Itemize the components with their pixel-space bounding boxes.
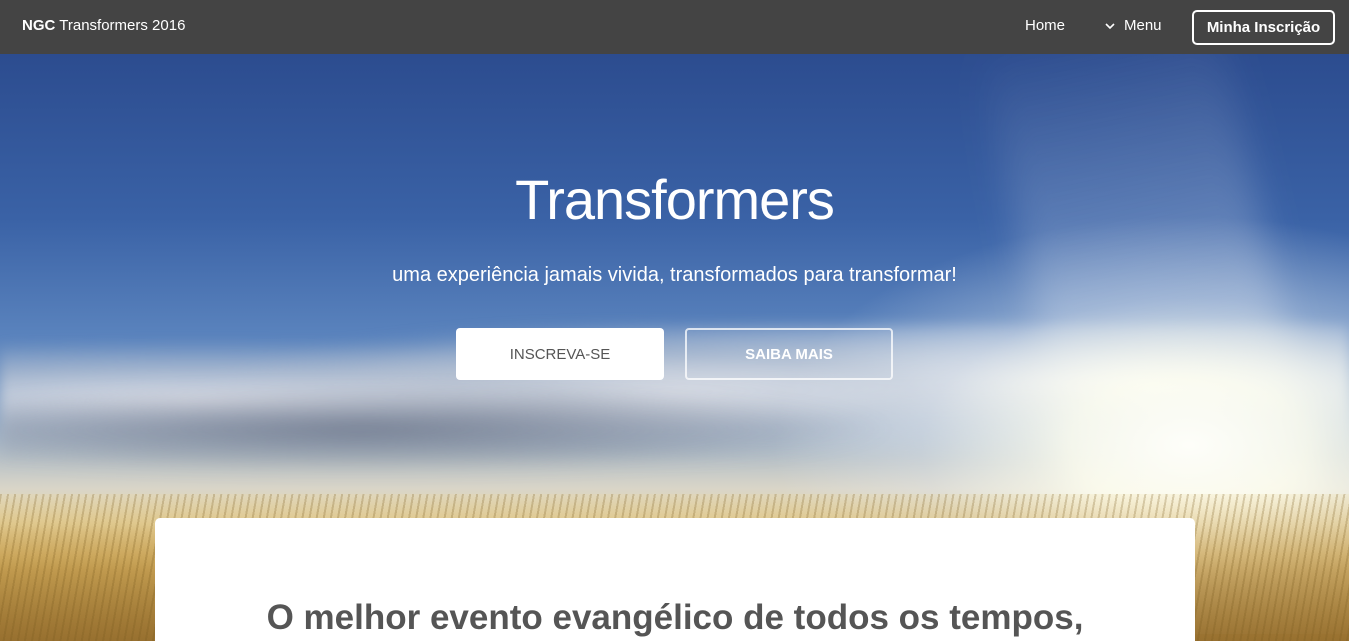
top-navbar: NGC Transformers 2016 Home Menu Minha In… — [0, 0, 1349, 54]
content-card: O melhor evento evangélico de todos os t… — [155, 518, 1195, 641]
hero-subtitle: uma experiência jamais vivida, transform… — [392, 264, 957, 286]
nav-home-link[interactable]: Home — [1025, 17, 1065, 34]
brand-logo[interactable]: NGC Transformers 2016 — [22, 17, 185, 34]
nav-menu-label: Menu — [1124, 17, 1162, 34]
chevron-down-icon — [1105, 22, 1115, 29]
cloud-shadow — [0, 384, 900, 474]
brand-name: Transformers 2016 — [59, 17, 186, 34]
hero-title: Transformers — [515, 168, 835, 231]
register-button[interactable]: INSCREVA-SE — [456, 328, 664, 380]
my-registration-button[interactable]: Minha Inscrição — [1192, 10, 1335, 45]
brand-strong: NGC — [22, 17, 56, 34]
learn-more-button[interactable]: SAIBA MAIS — [685, 328, 893, 380]
nav-menu-dropdown[interactable]: Menu — [1104, 17, 1162, 34]
content-heading: O melhor evento evangélico de todos os t… — [266, 598, 1084, 637]
